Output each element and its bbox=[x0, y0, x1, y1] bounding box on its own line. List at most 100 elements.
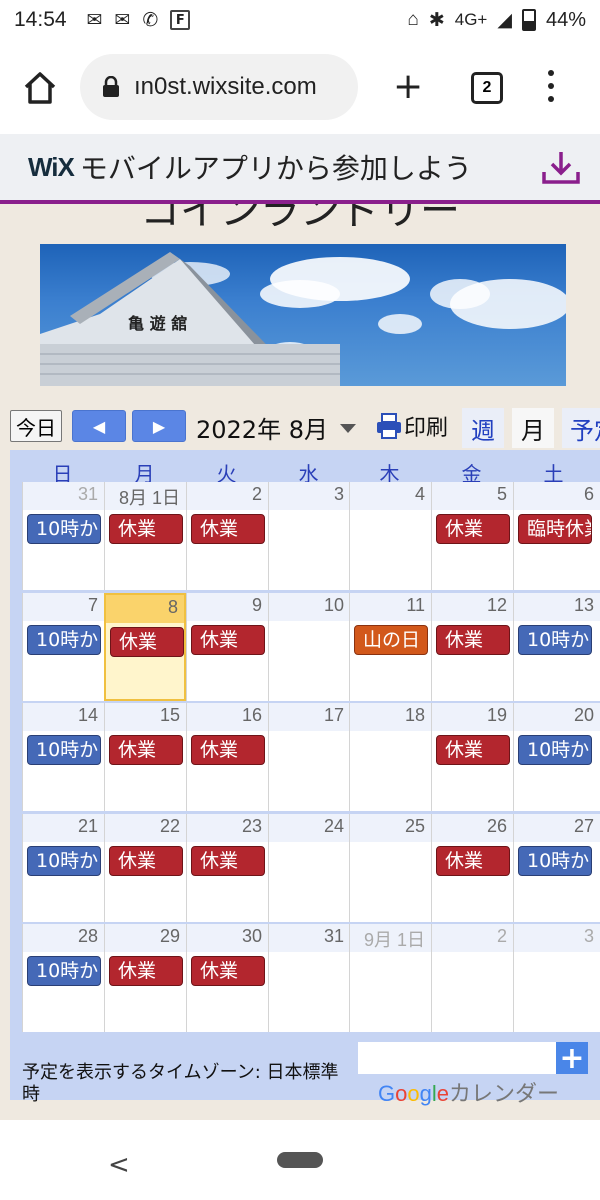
tab-agenda[interactable]: 予定 bbox=[562, 408, 600, 448]
event-chip[interactable]: 10時から bbox=[518, 735, 592, 765]
day-cell[interactable]: 21 10時から bbox=[22, 814, 104, 922]
day-number[interactable]: 7 bbox=[88, 595, 98, 616]
day-cell[interactable]: 19 休業 bbox=[431, 703, 513, 811]
event-chip[interactable]: 休業 bbox=[191, 514, 265, 544]
day-cell[interactable]: 25 bbox=[349, 814, 431, 922]
day-cell[interactable]: 13 10時から bbox=[513, 593, 600, 701]
tab-month[interactable]: 月 bbox=[512, 408, 554, 448]
day-number[interactable]: 28 bbox=[78, 926, 98, 947]
day-cell[interactable]: 7 10時から bbox=[22, 593, 104, 701]
day-number[interactable]: 26 bbox=[487, 816, 507, 837]
day-number[interactable]: 18 bbox=[405, 705, 425, 726]
printer-icon[interactable] bbox=[376, 412, 402, 440]
day-cell[interactable]: 14 10時から bbox=[22, 703, 104, 811]
day-number[interactable]: 3 bbox=[584, 926, 594, 947]
day-cell[interactable]: 3 bbox=[513, 924, 600, 1032]
event-chip[interactable]: 休業 bbox=[191, 625, 265, 655]
day-number[interactable]: 9月 1日 bbox=[364, 926, 425, 952]
day-number[interactable]: 21 bbox=[78, 816, 98, 837]
day-cell[interactable]: 28 10時から bbox=[22, 924, 104, 1032]
tab-switcher-button[interactable]: 2 bbox=[471, 72, 503, 104]
event-chip[interactable]: 休業 bbox=[436, 846, 510, 876]
day-number[interactable]: 15 bbox=[160, 705, 180, 726]
day-cell[interactable]: 9月 1日 bbox=[349, 924, 431, 1032]
event-chip[interactable]: 休業 bbox=[436, 514, 510, 544]
day-number[interactable]: 25 bbox=[405, 816, 425, 837]
day-number[interactable]: 2 bbox=[252, 484, 262, 505]
day-cell[interactable]: 30 休業 bbox=[186, 924, 268, 1032]
day-cell[interactable]: 8月 1日 休業 bbox=[104, 482, 186, 590]
day-number[interactable]: 4 bbox=[415, 484, 425, 505]
event-chip[interactable]: 10時から bbox=[27, 514, 101, 544]
day-number[interactable]: 16 bbox=[242, 705, 262, 726]
day-number[interactable]: 22 bbox=[160, 816, 180, 837]
event-chip[interactable]: 休業 bbox=[436, 625, 510, 655]
day-number[interactable]: 9 bbox=[252, 595, 262, 616]
day-cell[interactable]: 8 休業 bbox=[104, 593, 186, 701]
download-icon[interactable] bbox=[540, 148, 582, 188]
event-chip[interactable]: 休業 bbox=[109, 846, 183, 876]
day-number[interactable]: 29 bbox=[160, 926, 180, 947]
day-cell[interactable]: 23 休業 bbox=[186, 814, 268, 922]
event-chip[interactable]: 10時から bbox=[27, 625, 101, 655]
day-number[interactable]: 14 bbox=[78, 705, 98, 726]
day-cell[interactable]: 11 山の日 bbox=[349, 593, 431, 701]
day-number[interactable]: 27 bbox=[574, 816, 594, 837]
day-number[interactable]: 31 bbox=[78, 484, 98, 505]
day-number[interactable]: 12 bbox=[487, 595, 507, 616]
home-pill[interactable] bbox=[277, 1152, 323, 1168]
day-number[interactable]: 10 bbox=[324, 595, 344, 616]
day-number[interactable]: 19 bbox=[487, 705, 507, 726]
day-number[interactable]: 13 bbox=[574, 595, 594, 616]
google-calendar-logo[interactable]: Googleカレンダー bbox=[378, 1076, 559, 1108]
day-cell[interactable]: 3 bbox=[268, 482, 350, 590]
day-number[interactable]: 5 bbox=[497, 484, 507, 505]
new-tab-button[interactable]: + bbox=[393, 66, 423, 107]
event-chip[interactable]: 休業 bbox=[109, 956, 183, 986]
day-cell[interactable]: 22 休業 bbox=[104, 814, 186, 922]
event-chip[interactable]: 休業 bbox=[109, 735, 183, 765]
prev-month-button[interactable]: ◀ bbox=[72, 410, 126, 442]
day-cell[interactable]: 31 10時から bbox=[22, 482, 104, 590]
event-chip[interactable]: 10時から bbox=[27, 735, 101, 765]
print-button[interactable]: 印刷 bbox=[404, 410, 448, 442]
event-chip[interactable]: 山の日 bbox=[354, 625, 428, 655]
day-cell[interactable]: 29 休業 bbox=[104, 924, 186, 1032]
day-number[interactable]: 23 bbox=[242, 816, 262, 837]
day-number[interactable]: 6 bbox=[584, 484, 594, 505]
day-cell[interactable]: 31 bbox=[268, 924, 350, 1032]
event-chip[interactable]: 休業 bbox=[436, 735, 510, 765]
day-cell[interactable]: 12 休業 bbox=[431, 593, 513, 701]
day-number[interactable]: 17 bbox=[324, 705, 344, 726]
next-month-button[interactable]: ▶ bbox=[132, 410, 186, 442]
wix-app-banner[interactable]: WiX モバイルアプリから参加しよう bbox=[0, 134, 600, 204]
day-number[interactable]: 30 bbox=[242, 926, 262, 947]
day-cell[interactable]: 2 休業 bbox=[186, 482, 268, 590]
day-cell[interactable]: 17 bbox=[268, 703, 350, 811]
event-chip[interactable]: 休業 bbox=[109, 514, 183, 544]
day-cell[interactable]: 2 bbox=[431, 924, 513, 1032]
day-cell[interactable]: 16 休業 bbox=[186, 703, 268, 811]
day-cell[interactable]: 10 bbox=[268, 593, 350, 701]
today-button[interactable]: 今日 bbox=[10, 410, 62, 442]
event-chip[interactable]: 臨時休業 bbox=[518, 514, 592, 544]
day-number[interactable]: 11 bbox=[406, 595, 425, 616]
day-cell[interactable]: 20 10時から bbox=[513, 703, 600, 811]
day-number[interactable]: 24 bbox=[324, 816, 344, 837]
day-cell[interactable]: 24 bbox=[268, 814, 350, 922]
event-chip[interactable]: 休業 bbox=[191, 846, 265, 876]
event-chip[interactable]: 10時から bbox=[518, 846, 592, 876]
event-chip[interactable]: 10時から bbox=[518, 625, 592, 655]
caret-down-icon[interactable] bbox=[340, 424, 356, 433]
home-icon[interactable] bbox=[20, 68, 60, 108]
event-chip[interactable]: 休業 bbox=[191, 735, 265, 765]
day-cell[interactable]: 4 bbox=[349, 482, 431, 590]
day-cell[interactable]: 5 休業 bbox=[431, 482, 513, 590]
day-number[interactable]: 8 bbox=[168, 597, 178, 618]
overflow-menu-icon[interactable] bbox=[548, 70, 556, 106]
day-number[interactable]: 20 bbox=[574, 705, 594, 726]
event-chip[interactable]: 休業 bbox=[110, 627, 184, 657]
day-number[interactable]: 2 bbox=[497, 926, 507, 947]
back-icon[interactable]: < bbox=[108, 1150, 130, 1180]
event-chip[interactable]: 10時から bbox=[27, 956, 101, 986]
